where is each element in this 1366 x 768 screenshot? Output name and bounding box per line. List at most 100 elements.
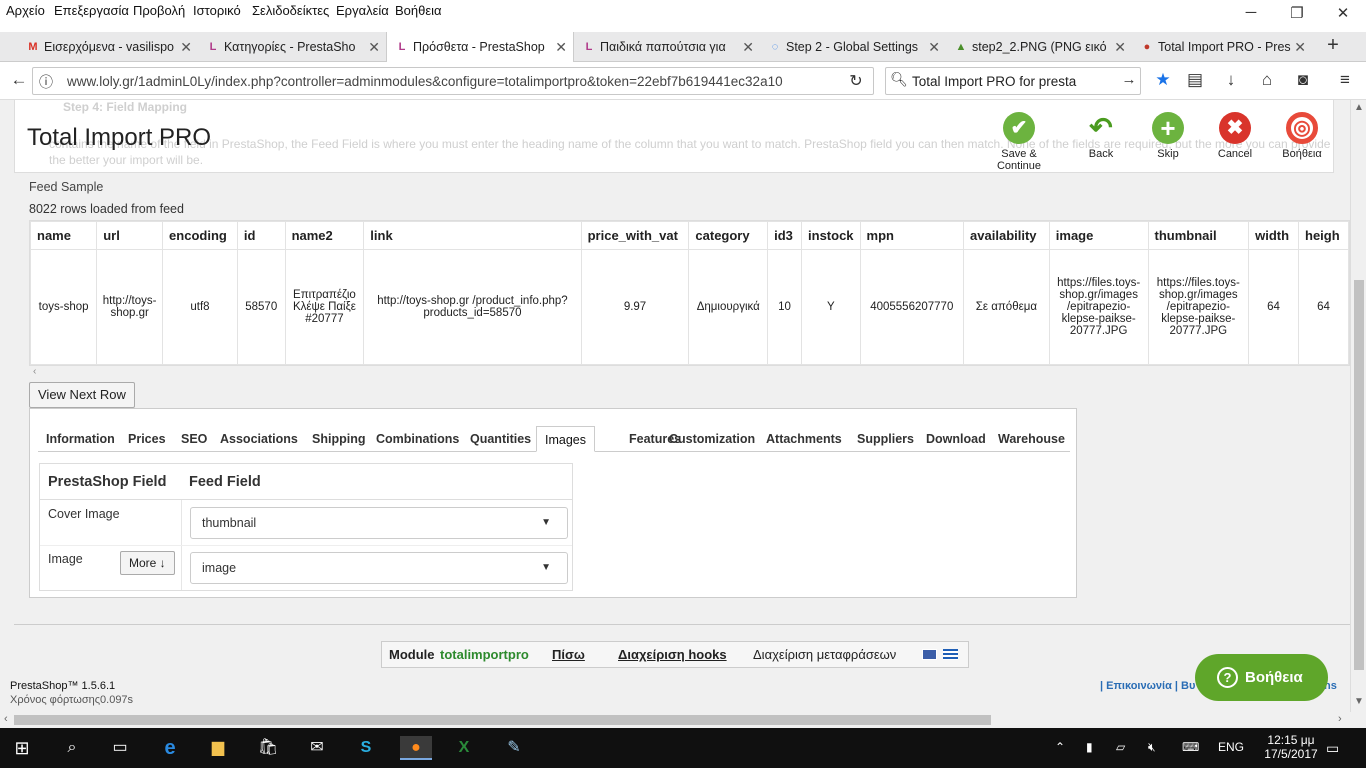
tab-information[interactable]: Information [38, 426, 123, 452]
scroll-down-icon[interactable]: ▼ [1354, 696, 1364, 707]
file-explorer-icon[interactable]: ▆ [206, 736, 230, 760]
store-icon[interactable]: 🛍︎ [256, 736, 280, 760]
greek-flag-icon[interactable] [943, 649, 958, 660]
task-view-icon[interactable]: ▭ [108, 736, 132, 760]
close-tab-icon[interactable]: ✕ [555, 32, 567, 62]
tray-chevron-icon[interactable]: ⌃ [1055, 740, 1065, 754]
column-header: price_with_vat [580, 221, 690, 250]
tab-gmail[interactable]: M Εισερχόμενα - vasilispo ✕ [18, 32, 198, 62]
scroll-right-icon[interactable]: › [1338, 713, 1342, 725]
cover-image-label: Cover Image [48, 507, 120, 521]
close-tab-icon[interactable]: ✕ [368, 32, 380, 62]
scroll-left-icon[interactable]: ‹ [4, 713, 8, 725]
restore-icon[interactable]: ❐ [1282, 4, 1312, 22]
tab-suppliers[interactable]: Suppliers [849, 426, 922, 452]
go-arrow-icon[interactable]: → [1118, 71, 1140, 88]
tab-step2[interactable]: ◌ Step 2 - Global Settings ✕ [760, 32, 946, 62]
network-icon[interactable]: ▱ [1116, 740, 1125, 754]
edge-icon[interactable]: e [158, 736, 182, 760]
tab-seo[interactable]: SEO [173, 426, 215, 452]
firefox-icon[interactable]: ● [400, 736, 432, 760]
menu-view[interactable]: Προβολή [133, 3, 185, 18]
table-cell: https://files.toys-shop.gr/images /epitr… [1147, 249, 1250, 365]
save-continue-button[interactable]: ✔ Save & Continue [978, 112, 1060, 172]
back-link[interactable]: Πίσω [552, 642, 585, 667]
download-icon[interactable]: ↓ [1220, 70, 1242, 90]
tab-download[interactable]: Download [918, 426, 994, 452]
table-scrollbar[interactable]: ‹ [29, 366, 1350, 380]
close-tab-icon[interactable]: ✕ [928, 32, 940, 62]
tab-categories[interactable]: L Κατηγορίες - PrestaSho ✕ [198, 32, 386, 62]
button-label: Βοήθεια [1282, 148, 1322, 160]
footer-links[interactable]: | Επικοινωνία | Βυ [1100, 680, 1195, 692]
menu-help[interactable]: Βοήθεια [395, 3, 442, 18]
bookmark-star-icon[interactable]: ★ [1152, 70, 1174, 90]
tab-png[interactable]: ▲ step2_2.PNG (PNG εικό ✕ [946, 32, 1132, 62]
column-header: name2 [284, 221, 365, 250]
menu-edit[interactable]: Επεξεργασία [54, 3, 129, 18]
language-indicator[interactable]: ENG [1218, 740, 1244, 754]
help-button[interactable]: ◎ Βοήθεια [1262, 112, 1342, 160]
view-next-row-button[interactable]: View Next Row [29, 382, 135, 408]
scroll-up-icon[interactable]: ▲ [1354, 102, 1364, 113]
tab-combinations[interactable]: Combinations [368, 426, 467, 452]
search-input[interactable]: Total Import PRO for presta [912, 74, 1076, 89]
reading-list-icon[interactable]: ▤ [1184, 70, 1206, 90]
info-icon[interactable]: ⓘ [35, 72, 57, 92]
more-button[interactable]: More ↓ [120, 551, 175, 575]
help-floating-button[interactable]: ? Βοήθεια [1195, 654, 1328, 701]
keyboard-icon[interactable]: ⌨ [1182, 740, 1199, 754]
new-tab-icon[interactable]: + [1318, 34, 1348, 57]
tab-attachments[interactable]: Attachments [758, 426, 850, 452]
close-tab-icon[interactable]: ✕ [1114, 32, 1126, 62]
tab-associations[interactable]: Associations [212, 426, 306, 452]
tab-images[interactable]: Images [536, 426, 595, 452]
tab-quantities[interactable]: Quantities [462, 426, 539, 452]
image-select[interactable]: image ▼ [190, 552, 568, 584]
manage-hooks-link[interactable]: Διαχείριση hooks [618, 642, 727, 667]
close-tab-icon[interactable]: ✕ [1294, 32, 1306, 62]
close-window-icon[interactable]: ✕ [1328, 4, 1358, 22]
mail-icon[interactable]: ✉ [305, 736, 329, 760]
tab-kids-shoes[interactable]: L Παιδικά παπούτσια για ✕ [574, 32, 760, 62]
minimize-icon[interactable]: ─ [1236, 4, 1266, 21]
tab-warehouse[interactable]: Warehouse [990, 426, 1073, 452]
skype-icon[interactable]: S [354, 736, 378, 760]
home-icon[interactable]: ⌂ [1256, 70, 1278, 90]
tab-modules[interactable]: L Πρόσθετα - PrestaShop ✕ [386, 32, 574, 62]
battery-icon[interactable]: ▮ [1086, 740, 1093, 754]
volume-muted-icon[interactable]: 🔇︎ [1148, 740, 1156, 755]
scrollbar-thumb[interactable] [1354, 280, 1364, 670]
search-icon[interactable]: ⌕ [60, 736, 84, 760]
tab-prices[interactable]: Prices [120, 426, 174, 452]
url-bar[interactable]: ⓘ www.loly.gr/1adminL0Ly/index.php?contr… [32, 67, 874, 95]
url-text[interactable]: www.loly.gr/1adminL0Ly/index.php?control… [67, 74, 827, 89]
tab-total-import[interactable]: ● Total Import PRO - Pres ✕ [1132, 32, 1312, 62]
notifications-icon[interactable]: ▭ [1326, 740, 1339, 757]
cover-image-select[interactable]: thumbnail ▼ [190, 507, 568, 539]
menu-bookmarks[interactable]: Σελιδοδείκτες [252, 3, 329, 18]
excel-icon[interactable]: X [452, 736, 476, 760]
tab-customization[interactable]: Customization [661, 426, 763, 452]
menu-history[interactable]: Ιστορικό [193, 3, 241, 18]
menu-tools[interactable]: Εργαλεία [336, 3, 389, 18]
vertical-scrollbar[interactable]: ▲ ▼ [1350, 100, 1366, 712]
paint-icon[interactable]: ✎ [502, 736, 526, 760]
scrollbar-thumb[interactable] [14, 715, 991, 725]
back-icon[interactable]: ← [8, 70, 30, 90]
reload-icon[interactable]: ↻ [845, 71, 867, 91]
scroll-left-icon[interactable]: ‹ [33, 366, 36, 377]
close-tab-icon[interactable]: ✕ [180, 32, 192, 62]
pocket-icon[interactable]: ◙ [1292, 70, 1314, 90]
hamburger-menu-icon[interactable]: ≡ [1334, 70, 1356, 90]
menu-file[interactable]: Αρχείο [6, 3, 45, 18]
horizontal-scrollbar[interactable]: ‹ › [0, 712, 1366, 728]
feed-sample-label: Feed Sample [29, 180, 104, 194]
clock[interactable]: 12:15 μμ 17/5/2017 [1263, 733, 1319, 761]
english-flag-icon[interactable] [922, 649, 937, 660]
search-bar[interactable]: 🔍︎ Total Import PRO for presta → [885, 67, 1141, 95]
windows-start-icon[interactable]: ⊞ [10, 736, 34, 760]
tab-shipping[interactable]: Shipping [304, 426, 373, 452]
close-tab-icon[interactable]: ✕ [742, 32, 754, 62]
divider [40, 545, 572, 546]
